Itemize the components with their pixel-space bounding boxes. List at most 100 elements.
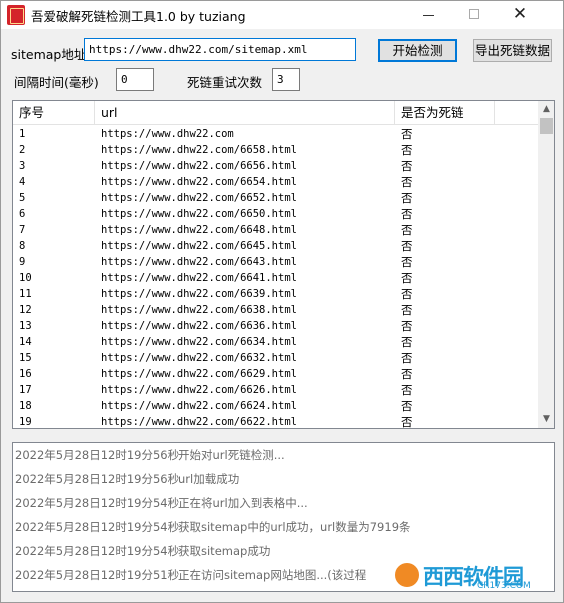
log-entry: 2022年5月28日12时19分51秒正在访问sitemap网站地图...(该过…	[15, 567, 366, 583]
row-url: https://www.dhw22.com/6648.html	[101, 224, 297, 236]
table-row[interactable]: 12 https://www.dhw22.com/6638.html 否	[13, 302, 538, 318]
interval-label: 间隔时间(毫秒)	[14, 75, 99, 90]
log-message: 获取sitemap中的url成功，url数量为7919条	[178, 520, 411, 534]
log-message: 获取sitemap成功	[178, 544, 271, 558]
row-index: 14	[19, 336, 32, 348]
row-index: 16	[19, 368, 32, 380]
row-url: https://www.dhw22.com/6632.html	[101, 352, 297, 364]
row-index: 6	[19, 208, 26, 220]
row-is-dead: 否	[401, 415, 413, 429]
row-index: 5	[19, 192, 26, 204]
url-table[interactable]: 序号 url 是否为死链 1 https://www.dhw22.com 否 2 htt…	[12, 100, 555, 429]
table-row[interactable]: 18 https://www.dhw22.com/6624.html 否	[13, 398, 538, 414]
row-is-dead: 否	[401, 175, 413, 189]
table-row[interactable]: 8 https://www.dhw22.com/6645.html 否	[13, 238, 538, 254]
sitemap-url-input[interactable]: https://www.dhw22.com/sitemap.xml	[84, 38, 356, 61]
row-index: 10	[19, 272, 32, 284]
row-url: https://www.dhw22.com/6650.html	[101, 208, 297, 220]
log-message: 正在访问sitemap网站地图...(该过程	[178, 568, 367, 582]
row-url: https://www.dhw22.com/6638.html	[101, 304, 297, 316]
row-is-dead: 否	[401, 143, 413, 157]
table-row[interactable]: 13 https://www.dhw22.com/6636.html 否	[13, 318, 538, 334]
close-button[interactable]: ✕	[497, 1, 543, 29]
row-url: https://www.dhw22.com	[101, 128, 234, 140]
table-row[interactable]: 3 https://www.dhw22.com/6656.html 否	[13, 158, 538, 174]
row-is-dead: 否	[401, 239, 413, 253]
row-index: 9	[19, 256, 26, 268]
row-index: 3	[19, 160, 26, 172]
table-row[interactable]: 9 https://www.dhw22.com/6643.html 否	[13, 254, 538, 270]
table-row[interactable]: 17 https://www.dhw22.com/6626.html 否	[13, 382, 538, 398]
row-index: 1	[19, 128, 26, 140]
row-index: 19	[19, 416, 32, 428]
log-timestamp: 2022年5月28日12时19分56秒	[15, 448, 180, 462]
row-is-dead: 否	[401, 159, 413, 173]
table-row[interactable]: 15 https://www.dhw22.com/6632.html 否	[13, 350, 538, 366]
row-url: https://www.dhw22.com/6629.html	[101, 368, 297, 380]
row-index: 11	[19, 288, 32, 300]
table-row[interactable]: 5 https://www.dhw22.com/6652.html 否	[13, 190, 538, 206]
row-is-dead: 否	[401, 271, 413, 285]
table-row[interactable]: 14 https://www.dhw22.com/6634.html 否	[13, 334, 538, 350]
table-scrollbar[interactable]: ▲ ▼	[538, 101, 554, 428]
row-url: https://www.dhw22.com/6634.html	[101, 336, 297, 348]
row-index: 12	[19, 304, 32, 316]
row-is-dead: 否	[401, 399, 413, 413]
row-is-dead: 否	[401, 255, 413, 269]
row-url: https://www.dhw22.com/6641.html	[101, 272, 297, 284]
table-row[interactable]: 6 https://www.dhw22.com/6650.html 否	[13, 206, 538, 222]
retry-label: 死链重试次数	[187, 75, 263, 90]
row-url: https://www.dhw22.com/6626.html	[101, 384, 297, 396]
column-header-index[interactable]: 序号	[13, 101, 95, 125]
row-is-dead: 否	[401, 127, 413, 141]
row-index: 2	[19, 144, 26, 156]
row-url: https://www.dhw22.com/6654.html	[101, 176, 297, 188]
table-row[interactable]: 7 https://www.dhw22.com/6648.html 否	[13, 222, 538, 238]
table-row[interactable]: 10 https://www.dhw22.com/6641.html 否	[13, 270, 538, 286]
log-timestamp: 2022年5月28日12时19分51秒	[15, 568, 180, 582]
row-url: https://www.dhw22.com/6645.html	[101, 240, 297, 252]
retry-input[interactable]: 3	[272, 68, 300, 91]
title-bar[interactable]: 吾爱破解死链检测工具1.0 by tuziang ✕	[1, 1, 563, 29]
row-index: 7	[19, 224, 26, 236]
row-is-dead: 否	[401, 207, 413, 221]
row-url: https://www.dhw22.com/6636.html	[101, 320, 297, 332]
start-check-button[interactable]: 开始检测	[378, 39, 457, 62]
table-row[interactable]: 16 https://www.dhw22.com/6629.html 否	[13, 366, 538, 382]
log-timestamp: 2022年5月28日12时19分54秒	[15, 544, 180, 558]
log-entry: 2022年5月28日12时19分54秒获取sitemap成功	[15, 543, 270, 559]
table-row[interactable]: 4 https://www.dhw22.com/6654.html 否	[13, 174, 538, 190]
log-message: url加载成功	[178, 472, 240, 486]
log-message: 正在将url加入到表格中...	[178, 496, 308, 510]
log-entry: 2022年5月28日12时19分54秒获取sitemap中的url成功，url数…	[15, 519, 411, 535]
log-timestamp: 2022年5月28日12时19分56秒	[15, 472, 180, 486]
row-index: 4	[19, 176, 26, 188]
app-icon	[7, 5, 25, 25]
maximize-icon	[469, 9, 479, 19]
scrollbar-thumb[interactable]	[540, 118, 553, 134]
close-icon: ✕	[512, 4, 528, 24]
minimize-button[interactable]	[405, 1, 451, 29]
table-row[interactable]: 1 https://www.dhw22.com 否	[13, 126, 538, 142]
row-is-dead: 否	[401, 335, 413, 349]
chevron-up-icon[interactable]: ▲	[538, 101, 554, 118]
row-index: 17	[19, 384, 32, 396]
app-window: 吾爱破解死链检测工具1.0 by tuziang ✕ sitemap地址 htt…	[0, 0, 564, 603]
log-timestamp: 2022年5月28日12时19分54秒	[15, 496, 180, 510]
row-url: https://www.dhw22.com/6643.html	[101, 256, 297, 268]
row-index: 15	[19, 352, 32, 364]
row-url: https://www.dhw22.com/6622.html	[101, 416, 297, 428]
chevron-down-icon[interactable]: ▼	[538, 411, 554, 428]
column-header-is-dead[interactable]: 是否为死链	[395, 101, 495, 125]
column-header-url[interactable]: url	[95, 101, 395, 125]
row-url: https://www.dhw22.com/6624.html	[101, 400, 297, 412]
table-row[interactable]: 2 https://www.dhw22.com/6658.html 否	[13, 142, 538, 158]
export-dead-links-button[interactable]: 导出死链数据	[473, 39, 552, 62]
table-row[interactable]: 19 https://www.dhw22.com/6622.html 否	[13, 414, 538, 429]
table-row[interactable]: 11 https://www.dhw22.com/6639.html 否	[13, 286, 538, 302]
row-url: https://www.dhw22.com/6658.html	[101, 144, 297, 156]
row-is-dead: 否	[401, 383, 413, 397]
interval-input[interactable]: 0	[116, 68, 154, 91]
maximize-button[interactable]	[451, 1, 497, 29]
minimize-icon	[423, 15, 434, 16]
